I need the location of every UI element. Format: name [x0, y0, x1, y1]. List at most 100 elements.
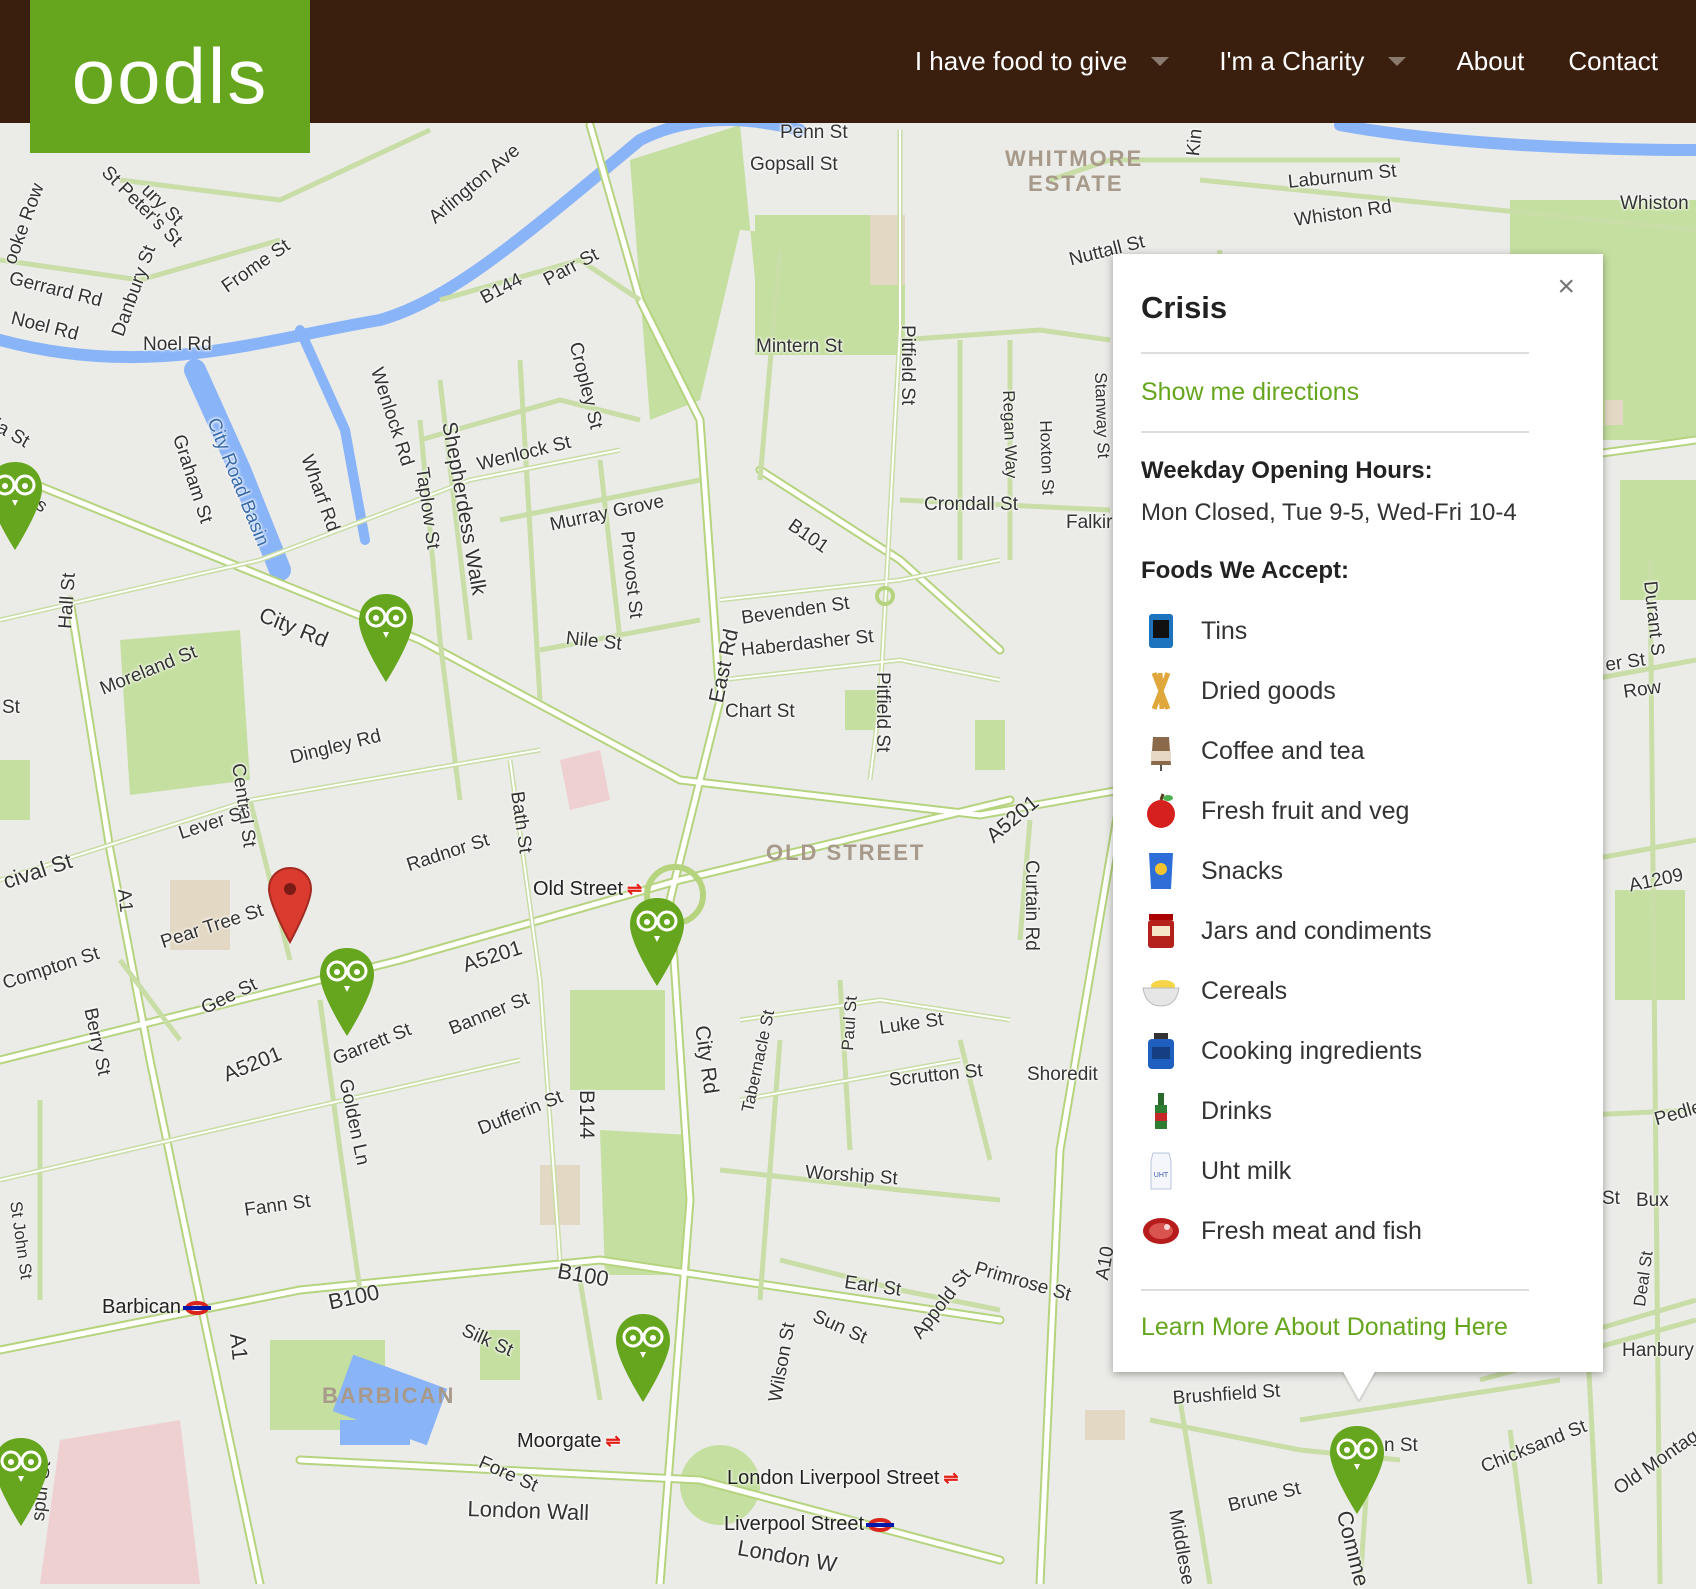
list-item: Cereals	[1141, 961, 1529, 1021]
nav-label: Contact	[1568, 46, 1658, 76]
charity-owl-marker-icon[interactable]	[318, 946, 376, 1038]
station-moorgate[interactable]: Moorgate ⇌	[517, 1430, 621, 1453]
bottle-icon	[1141, 1091, 1181, 1131]
street-label: St	[1602, 1188, 1620, 1209]
list-item: Fresh fruit and veg	[1141, 781, 1529, 841]
rail-icon: ⇌	[943, 1468, 959, 1488]
charity-owl-marker-icon[interactable]	[0, 1436, 50, 1528]
charity-info-popup: × Crisis Show me directions Weekday Open…	[1113, 254, 1603, 1372]
street-label: Crondall St	[924, 494, 1018, 515]
area-label-barbican: BARBICAN	[322, 1383, 456, 1408]
pasta-icon	[1141, 671, 1181, 711]
close-icon[interactable]: ×	[1557, 270, 1575, 304]
rail-icon: ⇌	[605, 1431, 621, 1451]
food-label: Tins	[1201, 616, 1248, 645]
food-label: Uht milk	[1201, 1156, 1292, 1185]
foods-heading: Foods We Accept:	[1141, 557, 1350, 584]
station-label: Liverpool Street	[724, 1513, 865, 1535]
nav-about[interactable]: About	[1434, 46, 1546, 77]
station-label: Barbican	[102, 1296, 181, 1318]
charity-owl-marker-icon[interactable]	[357, 592, 415, 684]
street-label: Shoredit	[1027, 1064, 1098, 1085]
street-label: Noel Rd	[143, 334, 212, 355]
street-label: Pitfield St	[897, 325, 918, 406]
food-label: Fresh fruit and veg	[1201, 796, 1410, 825]
street-label: Whiston	[1620, 193, 1689, 214]
milk-carton-label: UHT	[1154, 1172, 1169, 1179]
chevron-down-icon	[1151, 57, 1170, 66]
popup-footer: Learn More About Donating Here	[1141, 1289, 1529, 1342]
area-label-estate: ESTATE	[1028, 171, 1124, 196]
street-label: Hanbury	[1622, 1340, 1694, 1361]
list-item: Snacks	[1141, 841, 1529, 901]
street-label: Hall St	[55, 572, 80, 630]
list-item: Cooking ingredients	[1141, 1021, 1529, 1081]
street-label: Curtain Rd	[1021, 860, 1042, 951]
underground-icon	[182, 1300, 211, 1315]
popup-pointer	[1342, 1370, 1376, 1400]
food-label: Coffee and tea	[1201, 736, 1365, 765]
station-label: London Liverpool Street	[727, 1467, 940, 1489]
area-label-old-street: OLD STREET	[766, 840, 926, 865]
street-label: Pitfield St	[872, 672, 893, 753]
station-old-street[interactable]: Old Street ⇌	[533, 878, 642, 901]
logo-wordmark: oodls	[71, 32, 269, 120]
street-label: Mintern St	[756, 336, 843, 357]
street-label: Penn St	[780, 122, 848, 143]
station-barbican[interactable]: Barbican	[102, 1296, 211, 1319]
street-label: B144	[575, 1090, 598, 1140]
coffee-bag-icon	[1141, 731, 1181, 771]
hours-text: Mon Closed, Tue 9-5, Wed-Fri 10-4	[1141, 499, 1517, 526]
charity-owl-marker-icon[interactable]	[614, 1312, 672, 1404]
directions-link[interactable]: Show me directions	[1141, 354, 1529, 433]
food-label: Dried goods	[1201, 676, 1336, 705]
steak-icon	[1141, 1211, 1181, 1251]
nav-label: About	[1456, 46, 1525, 76]
nav-label: I have food to give	[914, 46, 1128, 76]
apple-icon	[1141, 791, 1181, 831]
food-label: Snacks	[1201, 856, 1283, 885]
current-location-pin-icon[interactable]	[266, 866, 314, 944]
food-label: Fresh meat and fish	[1201, 1216, 1422, 1245]
nav-food-to-give[interactable]: I have food to give	[893, 46, 1197, 77]
station-london-liverpool-street[interactable]: London Liverpool Street ⇌	[727, 1467, 958, 1490]
list-item: Fresh meat and fish	[1141, 1201, 1529, 1261]
station-label: Moorgate	[517, 1430, 602, 1452]
underground-icon	[866, 1517, 895, 1532]
jar-icon	[1141, 911, 1181, 951]
foods-list: Tins Dried goods Coffee and tea Fresh fr…	[1141, 601, 1529, 1261]
popup-title: Crisis	[1141, 290, 1529, 354]
station-label: Old Street	[533, 878, 624, 900]
street-label: Kin	[1183, 127, 1207, 158]
learn-more-link[interactable]: Learn More About Donating Here	[1141, 1313, 1529, 1342]
street-label: St	[2, 697, 20, 718]
nav-contact[interactable]: Contact	[1546, 46, 1680, 77]
street-label: A1	[225, 1332, 253, 1362]
street-label: A1	[113, 888, 137, 914]
street-label: Bux	[1636, 1190, 1669, 1211]
charity-owl-marker-icon[interactable]	[1328, 1424, 1386, 1516]
charity-owl-marker-icon[interactable]	[0, 460, 44, 552]
crisps-icon	[1141, 851, 1181, 891]
charity-owl-marker-icon[interactable]	[628, 896, 686, 988]
street-label: Chart St	[725, 701, 795, 722]
hours-heading: Weekday Opening Hours:	[1141, 457, 1433, 484]
oil-can-icon	[1141, 1031, 1181, 1071]
street-label: Falkir	[1066, 512, 1113, 533]
street-label: Hoxton St	[1036, 420, 1058, 496]
chevron-down-icon	[1388, 57, 1407, 66]
nav-charity[interactable]: I'm a Charity	[1197, 46, 1434, 77]
street-label: n St	[1384, 1435, 1418, 1456]
list-item: Drinks	[1141, 1081, 1529, 1141]
area-label-whitmore: WHITMORE	[1005, 146, 1144, 171]
food-label: Drinks	[1201, 1096, 1272, 1125]
station-liverpool-street[interactable]: Liverpool Street	[724, 1513, 895, 1536]
street-label: Paul St	[838, 995, 861, 1052]
street-label: Gopsall St	[750, 154, 838, 175]
list-item: Jars and condiments	[1141, 901, 1529, 961]
site-logo[interactable]: oodls	[30, 0, 310, 153]
food-label: Jars and condiments	[1201, 916, 1432, 945]
street-label: London Wall	[467, 1496, 590, 1526]
street-label: Stanway St	[1091, 372, 1114, 459]
main-nav: I have food to give I'm a Charity About …	[893, 0, 1680, 123]
